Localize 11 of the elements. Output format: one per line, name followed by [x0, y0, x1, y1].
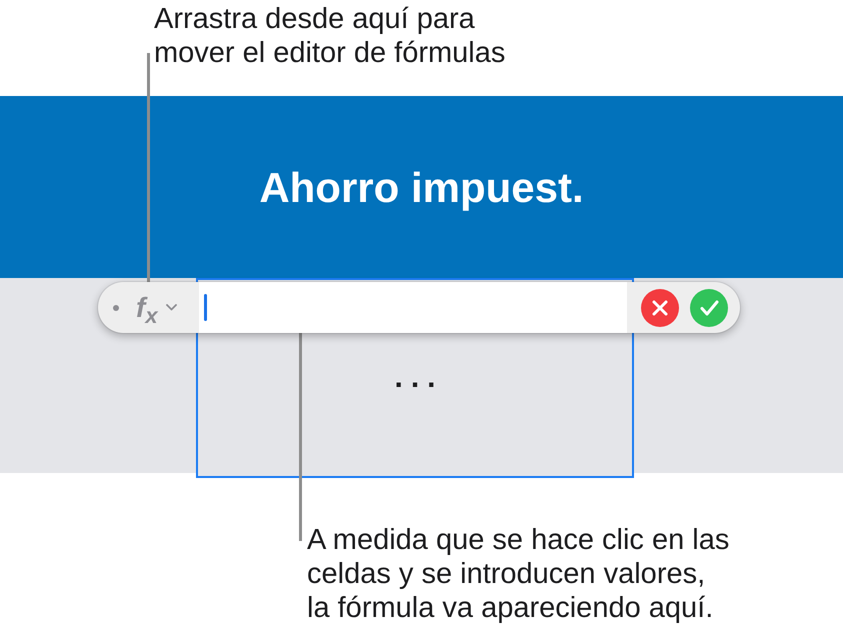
checkmark-icon — [700, 300, 718, 316]
cancel-button[interactable] — [641, 288, 679, 326]
header-title: Ahorro impuest. — [259, 163, 584, 213]
chevron-icon — [166, 304, 177, 311]
callout-text: A medida que se hace clic en las celdas y se introducen valores, la fórmula va apareciendo aquí. — [307, 523, 730, 625]
accept-button[interactable] — [690, 288, 728, 326]
cell-value: ... — [393, 361, 444, 395]
handle-dot-icon[interactable] — [113, 304, 119, 310]
formula-input[interactable] — [199, 282, 627, 333]
callout-text: Arrastra desde aquí para mover el editor de fórmulas — [154, 2, 506, 70]
close-icon — [652, 300, 668, 316]
